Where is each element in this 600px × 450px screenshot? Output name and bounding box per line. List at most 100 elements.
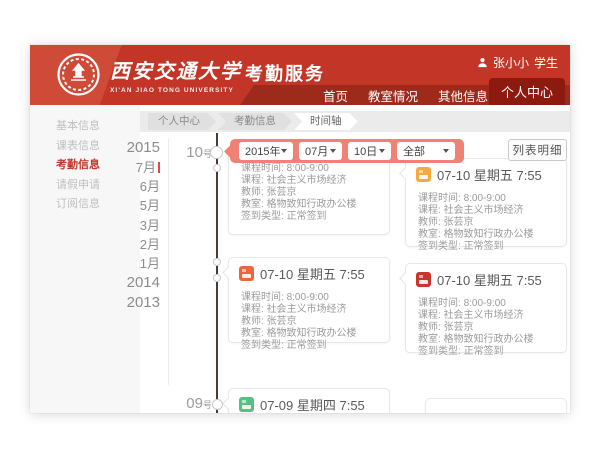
field-value: 正常签到 [464,346,504,357]
type-select[interactable]: 全部 [397,142,455,160]
calendar-stamp-icon [416,167,431,182]
breadcrumb: 个人中心 考勤信息 时间轴 [140,111,570,132]
month-may[interactable]: 5月 [118,196,160,215]
year-2013[interactable]: 2013 [118,293,160,313]
nav-other-info[interactable]: 其他信息 [438,86,488,105]
university-name-block: 西安交通大学 XI'AN JIAO TONG UNIVERSITY [110,55,242,94]
field-label: 课程: [241,175,264,186]
timeline-dot-mid-2[interactable] [213,274,221,282]
timeline-day-09: 09号 [178,395,212,413]
card-date: 07-09 星期四 7:55 [260,395,365,413]
field-label: 课程: [241,304,264,315]
year-2015[interactable]: 2015 [118,138,160,158]
field-value: 正常签到 [287,211,327,222]
list-detail-button[interactable]: 列表明细 [508,139,567,161]
attendance-card[interactable]: 07-09 星期四 7:55 [228,388,390,413]
field-value: 张芸京 [444,322,474,333]
field-label: 教室: [418,229,441,240]
date-filter-bubble: 2015年 07月 10日 全部 [230,139,464,163]
person-icon [477,57,488,68]
timeline-dot-mid-1[interactable] [213,258,221,266]
field-label: 课程时间: [241,292,284,303]
field-value: 正常签到 [464,241,504,252]
field-value: 8:00-9:00 [464,298,506,309]
current-month-marker [158,162,160,173]
field-label: 签到类型: [241,211,284,222]
timeline-day-10: 10号 [178,144,212,162]
year-select[interactable]: 2015年 [239,142,293,160]
timeline-year-list: 2015 7月 6月 5月 3月 2月 1月 2014 2013 [118,138,160,313]
field-value: 8:00-9:00 [464,193,506,204]
breadcrumb-attendance-info[interactable]: 考勤信息 [218,113,292,130]
chevron-down-icon [330,149,336,153]
field-label: 教师: [418,322,441,333]
field-value: 社会主义市场经济 [267,304,347,315]
field-label: 课程时间: [418,298,461,309]
app-title: 考勤服务 [245,60,325,86]
timeline-dot-day10-large[interactable] [210,146,223,159]
field-label: 教室: [241,328,264,339]
nav-personal-center-active-tab[interactable]: 个人中心 [489,78,565,105]
field-label: 教师: [418,217,441,228]
field-label: 教室: [418,334,441,345]
calendar-stamp-icon [239,266,254,281]
user-role: 学生 [534,54,558,71]
calendar-stamp-icon [416,272,431,287]
field-label: 课程: [418,205,441,216]
app-header: 西安交通大学 XI'AN JIAO TONG UNIVERSITY 考勤服务 张… [30,45,570,105]
card-date: 07-10 星期五 7:55 [437,270,542,289]
field-label: 教室: [241,199,264,210]
field-label: 课程时间: [241,163,284,174]
field-value: 张芸京 [267,316,297,327]
attendance-card-clipped[interactable] [425,398,567,413]
field-value: 张芸京 [444,217,474,228]
card-date: 07-10 星期五 7:55 [437,165,542,184]
month-select[interactable]: 07月 [299,142,342,160]
month-mar[interactable]: 3月 [118,216,160,235]
year-column-divider [168,138,169,385]
field-value: 格物致知行政办公楼 [444,334,534,345]
nav-home[interactable]: 首页 [323,86,348,105]
timeline-axis [216,133,218,413]
field-value: 张芸京 [267,187,297,198]
sidebar-item-basic-info[interactable]: 基本信息 [30,117,140,137]
field-label: 签到类型: [418,241,461,252]
user-info[interactable]: 张小小 学生 [477,54,558,71]
field-label: 课程时间: [418,193,461,204]
nav-classroom-status[interactable]: 教室情况 [368,86,418,105]
field-label: 签到类型: [418,346,461,357]
timeline-dot-day10-small[interactable] [213,164,221,172]
breadcrumb-personal-center[interactable]: 个人中心 [148,113,216,130]
field-value: 格物致知行政办公楼 [267,328,357,339]
attendance-card[interactable]: 07-10 星期五 7:55 课程时间: 8:00-9:00 课程: 社会主义市… [405,263,567,353]
chevron-down-icon [443,149,449,153]
attendance-card[interactable]: 07-10 星期五 7:55 课程时间: 8:00-9:00 课程: 社会主义市… [405,158,567,247]
month-jun[interactable]: 6月 [118,177,160,196]
month-feb[interactable]: 2月 [118,235,160,254]
university-name-en: XI'AN JIAO TONG UNIVERSITY [110,87,242,94]
university-name-cn: 西安交通大学 [110,55,242,84]
timeline-dot-day09[interactable] [212,399,223,410]
app-window: 西安交通大学 XI'AN JIAO TONG UNIVERSITY 考勤服务 张… [30,45,570,413]
calendar-stamp-icon [239,397,254,412]
chevron-down-icon [379,149,385,153]
card-date: 07-10 星期五 7:55 [260,264,365,283]
field-value: 格物致知行政办公楼 [267,199,357,210]
field-value: 正常签到 [287,340,327,351]
attendance-card[interactable]: 07-10 星期五 7:55 课程时间: 8:00-9:00 课程: 社会主义市… [228,257,390,343]
year-2014[interactable]: 2014 [118,273,160,293]
field-label: 教师: [241,187,264,198]
field-value: 8:00-9:00 [287,292,329,303]
field-value: 社会主义市场经济 [444,205,524,216]
day-select[interactable]: 10日 [348,142,391,160]
field-value: 格物致知行政办公楼 [444,229,534,240]
field-value: 社会主义市场经济 [444,310,524,321]
field-label: 教师: [241,316,264,327]
field-value: 社会主义市场经济 [267,175,347,186]
breadcrumb-timeline[interactable]: 时间轴 [294,113,358,130]
month-jul[interactable]: 7月 [118,158,160,177]
month-jan[interactable]: 1月 [118,254,160,273]
user-name: 张小小 [493,54,529,71]
field-label: 课程: [418,310,441,321]
university-logo-icon [56,52,101,97]
